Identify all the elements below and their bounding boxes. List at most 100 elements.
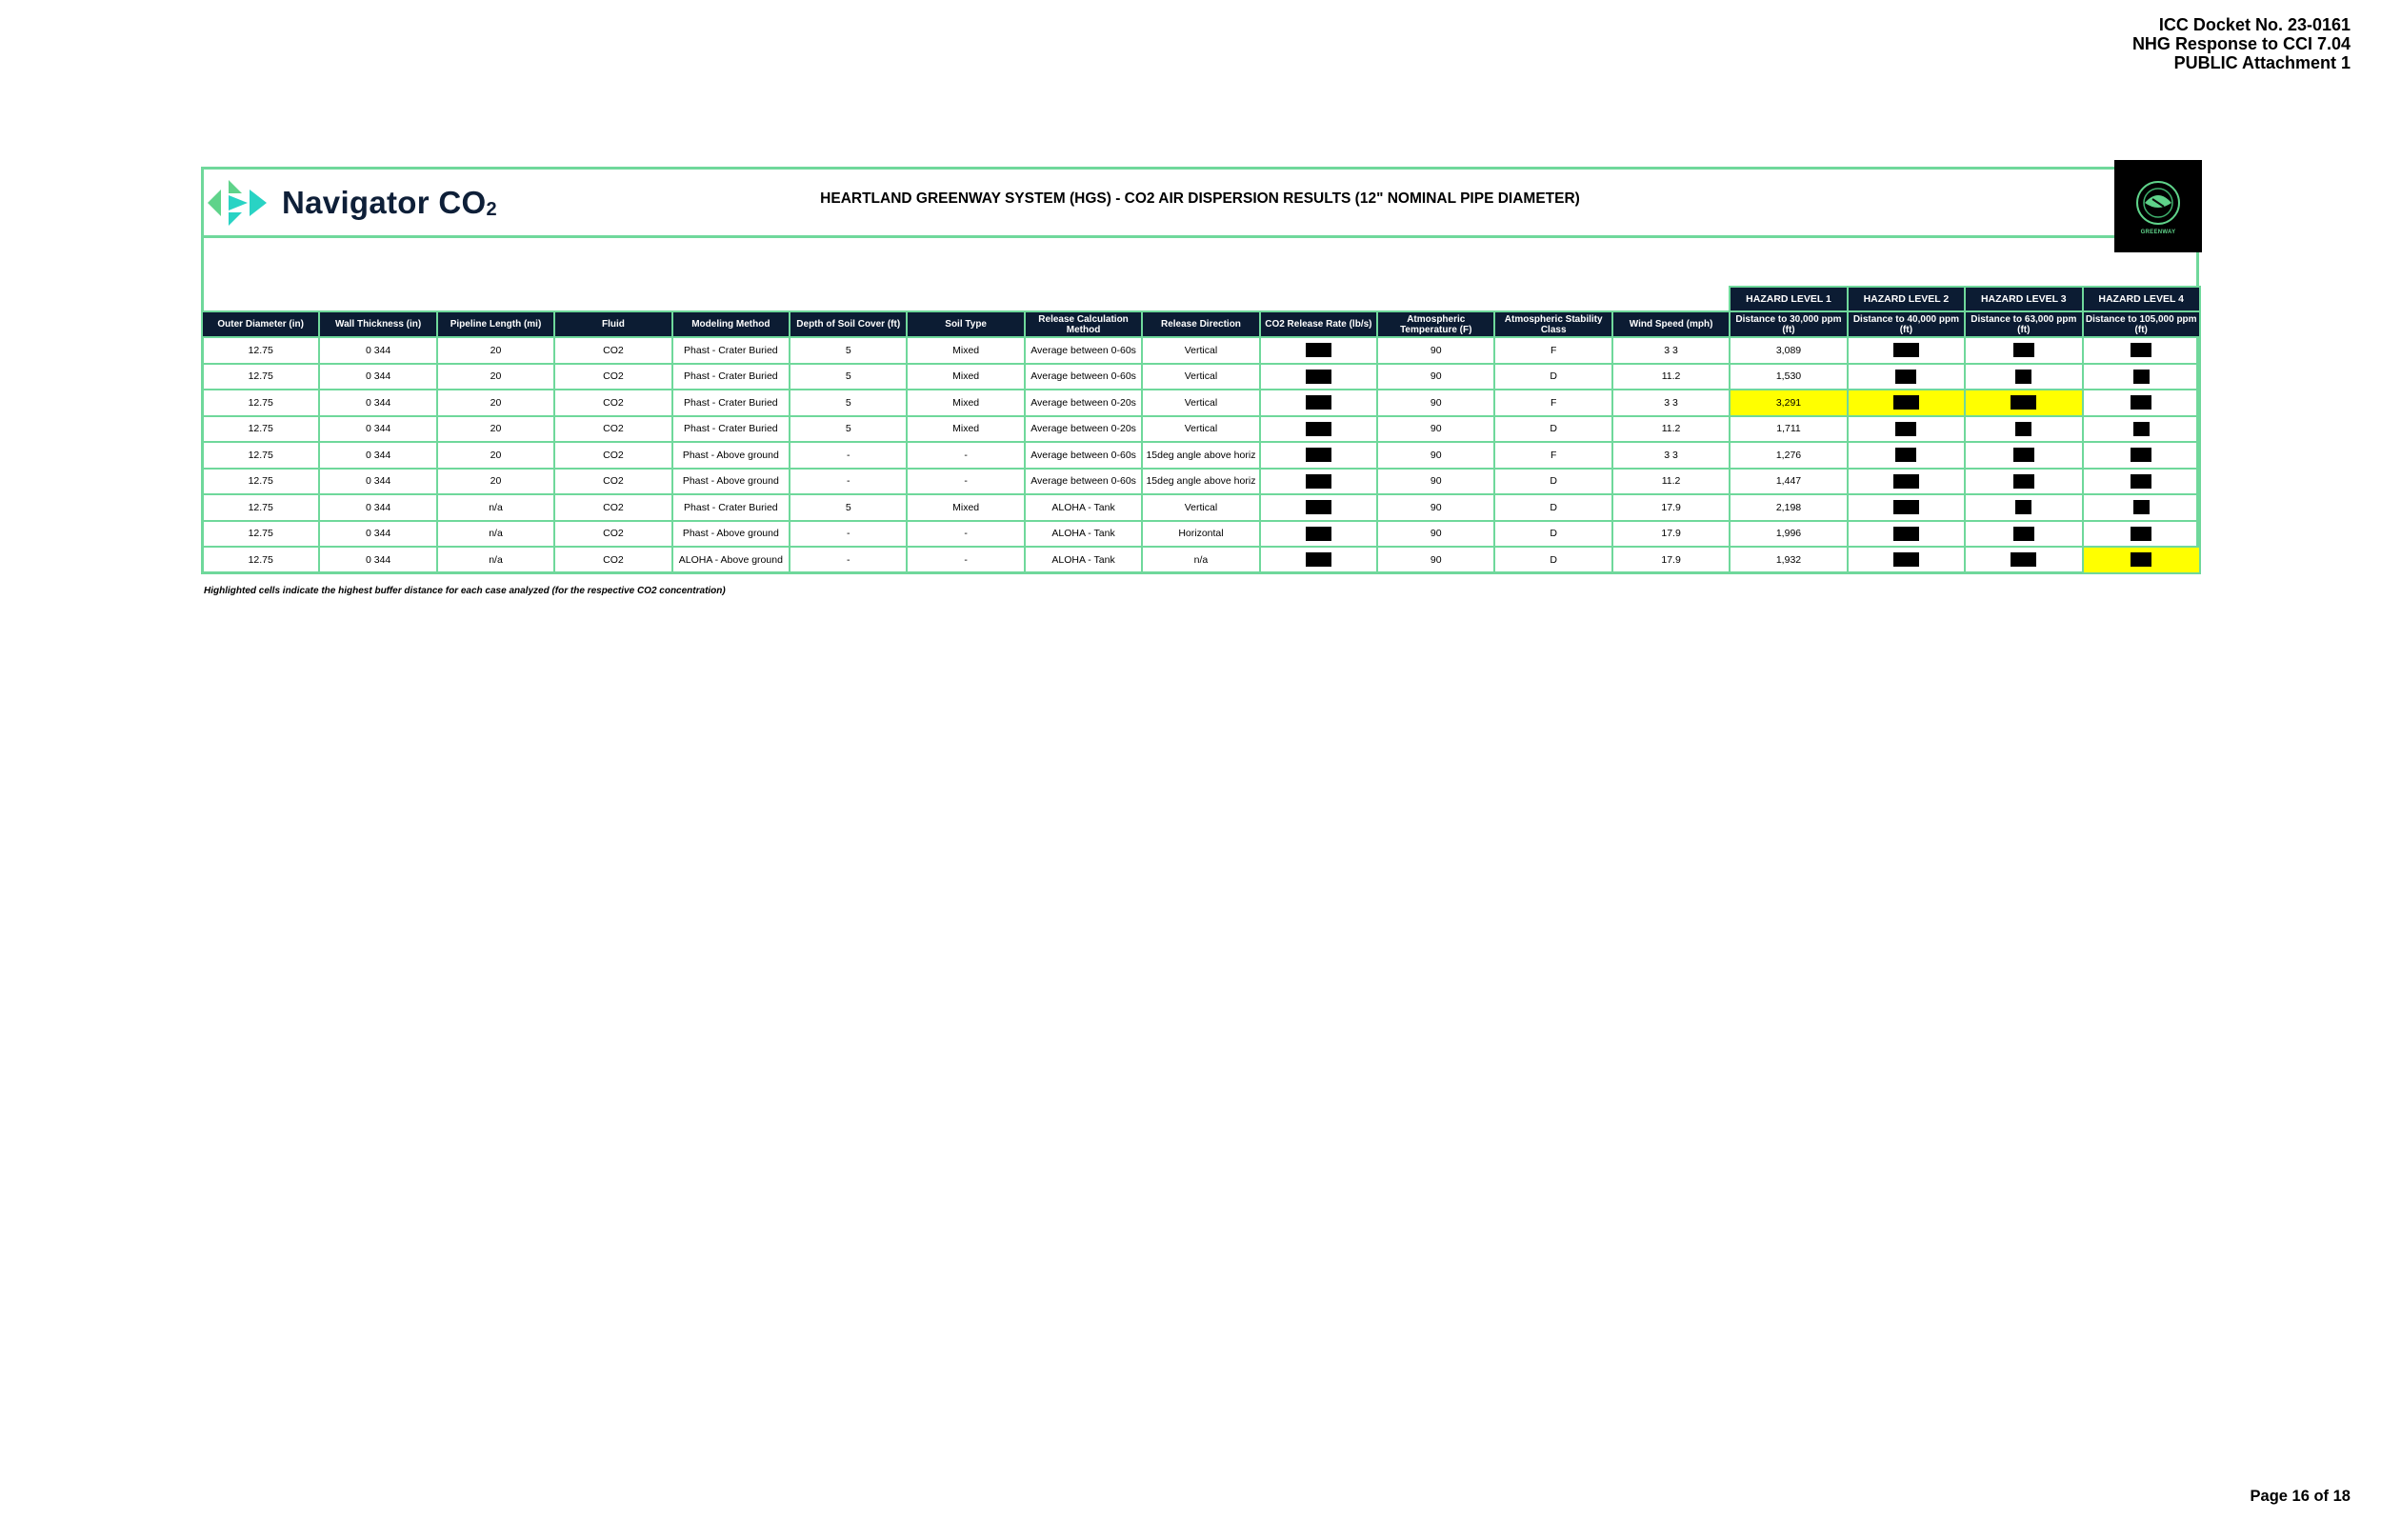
- cell-len: n/a: [435, 546, 556, 574]
- cell-depth: 5: [789, 362, 909, 390]
- cell-distance-63000: [1964, 441, 2084, 470]
- cell-dir: Vertical: [1141, 362, 1261, 390]
- response-label: NHG Response to CCI 7.04: [2131, 34, 2351, 53]
- cell-distance-40000: [1846, 493, 1967, 522]
- cell-fluid: CO2: [553, 414, 673, 443]
- cell-depth: -: [789, 519, 909, 548]
- cell-soil: -: [906, 441, 1026, 470]
- cell-depth: -: [789, 546, 909, 574]
- cell-fluid: CO2: [553, 519, 673, 548]
- redaction-block: [1895, 448, 1917, 463]
- cell-dir: n/a: [1141, 546, 1261, 574]
- cell-depth: 5: [789, 414, 909, 443]
- redaction-block: [1892, 473, 1919, 489]
- heartland-greenway-globe-icon: [2136, 180, 2180, 225]
- hazard-level-1: HAZARD LEVEL 1: [1729, 286, 1849, 312]
- redaction-block: [2012, 526, 2034, 541]
- cell-distance-40000: [1846, 519, 1967, 548]
- cell-release-rate: [1258, 467, 1379, 495]
- column-header: Distance to 30,000 ppm (ft): [1729, 310, 1849, 338]
- cell-soil: -: [906, 467, 1026, 495]
- cell-wt: 0 344: [318, 493, 438, 522]
- cell-wt: 0 344: [318, 362, 438, 390]
- cell-len: 20: [435, 414, 556, 443]
- cell-wt: 0 344: [318, 546, 438, 574]
- column-header: Pipeline Length (mi): [435, 310, 556, 338]
- cell-calc: ALOHA - Tank: [1023, 519, 1144, 548]
- redaction-block: [2132, 500, 2150, 515]
- cell-distance-105000: [2081, 336, 2201, 365]
- cell-dir: Vertical: [1141, 493, 1261, 522]
- cell-distance-30000: 1,996: [1729, 519, 1849, 548]
- cell-distance-40000: [1846, 441, 1967, 470]
- column-header: Distance to 105,000 ppm (ft): [2081, 310, 2201, 338]
- column-header: CO2 Release Rate (lb/s): [1258, 310, 1379, 338]
- hazard-spacer: [1611, 287, 1731, 312]
- cell-dir: Vertical: [1141, 389, 1261, 417]
- column-header: Distance to 40,000 ppm (ft): [1846, 310, 1967, 338]
- cell-wind: 3 3: [1611, 441, 1731, 470]
- hazard-spacer: [907, 287, 1025, 312]
- cell-fluid: CO2: [553, 336, 673, 365]
- docket-header: ICC Docket No. 23-0161 NHG Response to C…: [2132, 15, 2351, 72]
- cell-release-rate: [1258, 519, 1379, 548]
- cell-temp: 90: [1376, 336, 1496, 365]
- redaction-block: [2012, 343, 2034, 358]
- cell-stability: F: [1493, 441, 1613, 470]
- table-row: 12.75 0 344 20 CO2 Phast - Above ground - - Ave…: [200, 467, 2201, 495]
- cell-len: 20: [435, 362, 556, 390]
- redaction-block: [1305, 448, 1331, 463]
- hazard-level-4: HAZARD LEVEL 4: [2081, 286, 2201, 312]
- cell-fluid: CO2: [553, 441, 673, 470]
- cell-distance-105000: [2081, 414, 2201, 443]
- cell-method: Phast - Crater Buried: [670, 362, 791, 390]
- cell-stability: D: [1493, 546, 1613, 574]
- column-header: Modeling Method: [670, 310, 791, 338]
- cell-fluid: CO2: [553, 467, 673, 495]
- cell-wind: 11.2: [1611, 362, 1731, 390]
- column-header-row: Outer Diameter (in) Wall Thickness (in) Pi…: [200, 310, 2201, 338]
- navigator-chevrons-icon: [208, 180, 267, 226]
- cell-release-rate: [1258, 493, 1379, 522]
- cell-wind: 3 3: [1611, 336, 1731, 365]
- cell-distance-105000: [2081, 519, 2201, 548]
- redaction-block: [1305, 526, 1331, 541]
- cell-soil: Mixed: [906, 493, 1026, 522]
- cell-soil: -: [906, 546, 1026, 574]
- cell-od: 12.75: [200, 336, 321, 365]
- cell-distance-40000: [1846, 467, 1967, 495]
- cell-temp: 90: [1376, 362, 1496, 390]
- column-header: Atmospheric Temperature (F): [1376, 310, 1496, 338]
- cell-distance-40000: [1846, 389, 1967, 417]
- cell-od: 12.75: [200, 414, 321, 443]
- cell-distance-63000: [1964, 519, 2084, 548]
- cell-soil: Mixed: [906, 336, 1026, 365]
- cell-depth: 5: [789, 336, 909, 365]
- redaction-block: [2011, 552, 2037, 568]
- cell-temp: 90: [1376, 414, 1496, 443]
- cell-len: 20: [435, 389, 556, 417]
- cell-dir: Horizontal: [1141, 519, 1261, 548]
- hazard-spacer: [1024, 287, 1143, 312]
- redaction-block: [2015, 500, 2032, 515]
- cell-calc: Average between 0-20s: [1023, 389, 1144, 417]
- cell-len: n/a: [435, 493, 556, 522]
- table-row: 12.75 0 344 20 CO2 Phast - Crater Buried 5 Mix…: [200, 414, 2201, 443]
- table-row: 12.75 0 344 20 CO2 Phast - Crater Buried 5 Mix…: [200, 336, 2201, 365]
- hazard-spacer: [1259, 287, 1378, 312]
- hazard-level-2: HAZARD LEVEL 2: [1846, 286, 1967, 312]
- cell-distance-30000: 3,089: [1729, 336, 1849, 365]
- cell-wt: 0 344: [318, 389, 438, 417]
- cell-depth: -: [789, 441, 909, 470]
- cell-fluid: CO2: [553, 362, 673, 390]
- redaction-block: [2132, 369, 2150, 384]
- cell-temp: 90: [1376, 441, 1496, 470]
- hazard-spacer: [202, 287, 320, 312]
- cell-dir: Vertical: [1141, 336, 1261, 365]
- column-header: Release Direction: [1141, 310, 1261, 338]
- hazard-level-3: HAZARD LEVEL 3: [1964, 286, 2084, 312]
- table-row: 12.75 0 344 20 CO2 Phast - Above ground - - Ave…: [200, 441, 2201, 470]
- dispersion-results-table: HAZARD LEVEL 1 HAZARD LEVEL 2 HAZARD LEVEL…: [200, 286, 2201, 574]
- redaction-block: [2131, 395, 2152, 410]
- cell-dir: 15deg angle above horiz: [1141, 441, 1261, 470]
